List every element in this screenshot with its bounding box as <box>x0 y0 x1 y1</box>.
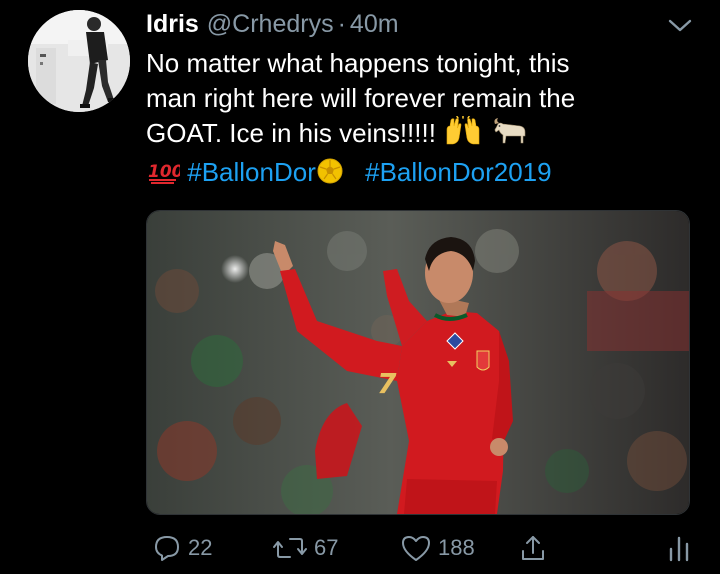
reply-icon <box>152 533 182 563</box>
reply-count: 22 <box>188 535 213 560</box>
display-name[interactable]: Idris <box>146 10 199 39</box>
tweet-actions: 22 67 188 <box>146 530 689 566</box>
hashtag-ballondor2019[interactable]: #BallonDor2019 <box>365 157 551 187</box>
chevron-down-icon[interactable] <box>666 14 694 38</box>
analytics-button[interactable] <box>660 530 692 566</box>
svg-text:7: 7 <box>377 367 397 400</box>
avatar[interactable] <box>28 10 130 112</box>
tweet-header: Idris @Crhedrys · 40m <box>146 10 399 42</box>
separator-dot: · <box>337 10 346 38</box>
football-player-photo: 7 <box>147 211 689 514</box>
like-count: 188 <box>438 535 475 560</box>
raising-hands-icon <box>443 115 483 155</box>
retweet-icon <box>272 533 308 563</box>
tweet[interactable]: Idris @Crhedrys · 40m No matter what hap… <box>0 0 720 574</box>
tweet-text-line: man right here will forever remain the <box>146 83 576 113</box>
hashtag-ballondor[interactable]: #BallonDor <box>187 157 316 187</box>
timestamp[interactable]: 40m <box>350 10 399 39</box>
retweet-button[interactable]: 67 <box>266 530 338 566</box>
share-icon <box>518 533 548 563</box>
tweet-text-line-3: GOAT. Ice in his veins!!!!! <box>146 115 686 155</box>
tweet-text-segment: GOAT. Ice in his veins!!!!! <box>146 118 436 148</box>
heart-icon <box>400 533 432 563</box>
soccer-ball-icon <box>316 157 344 194</box>
share-button[interactable] <box>512 530 548 566</box>
avatar-photo <box>28 10 130 112</box>
retweet-count: 67 <box>314 535 339 560</box>
tweet-media-photo[interactable]: 7 <box>146 210 690 515</box>
tweet-text-line: No matter what happens tonight, this <box>146 48 570 78</box>
hundred-points-icon: 100 <box>146 157 184 194</box>
goat-icon <box>490 116 530 155</box>
tweet-text-line-4: 100 #BallonDor #BallonDor2019 <box>146 155 686 194</box>
tweet-text: No matter what happens tonight, this man… <box>146 46 686 194</box>
bar-chart-icon <box>666 533 692 563</box>
reply-button[interactable]: 22 <box>146 530 212 566</box>
like-button[interactable]: 188 <box>394 530 475 566</box>
user-handle[interactable]: @Crhedrys <box>207 10 334 39</box>
